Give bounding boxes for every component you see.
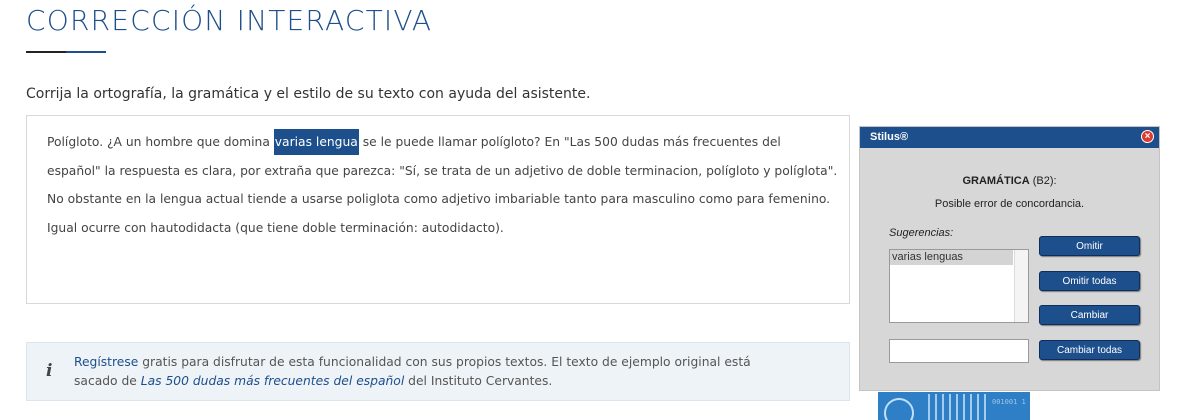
error-message: Posible error de concordancia. — [934, 198, 1085, 210]
omit-all-button[interactable]: Omitir todas — [1039, 271, 1140, 291]
change-button[interactable]: Cambiar — [1039, 305, 1140, 325]
info-text: Regístrese gratis para disfrutar de esta… — [74, 353, 814, 391]
omit-button[interactable]: Omitir — [1039, 236, 1140, 256]
info-box: i Regístrese gratis para disfrutar de es… — [26, 342, 850, 401]
info-text-part: gratis para disfrutar de esta funcionali… — [138, 355, 751, 369]
editor-text: Polígloto. ¿A un hombre que domina — [47, 135, 274, 149]
intro-text: Corrija la ortografía, la gramática y el… — [26, 86, 591, 102]
stilus-dialog: Stilus® × GRAMÁTICA (B2): Posible error … — [859, 126, 1160, 391]
editor-line-3: No obstante en la lengua actual tiende a… — [47, 192, 831, 207]
register-link[interactable]: Regístrese — [74, 355, 138, 369]
dialog-titlebar[interactable]: Stilus® × — [860, 127, 1159, 148]
editor-text: se le puede llamar polígloto? En "Las 50… — [358, 135, 781, 149]
info-icon: i — [46, 361, 53, 381]
editor-line-1: Polígloto. ¿A un hombre que domina varia… — [47, 128, 829, 157]
logo-image: 001001 1 — [878, 392, 1030, 420]
dialog-title: Stilus® — [870, 131, 909, 143]
page-title: CORRECCIÓN INTERACTIVA — [26, 4, 433, 37]
category-level: (B2): — [1029, 175, 1057, 187]
editor-line-4: Igual ocurre con hautodidacta (que tiene… — [47, 220, 504, 235]
category-label: GRAMÁTICA — [962, 175, 1030, 187]
logo-arc — [884, 398, 914, 420]
suggestions-label: Sugerencias: — [889, 227, 954, 239]
close-icon[interactable]: × — [1141, 130, 1154, 143]
change-input[interactable] — [889, 339, 1029, 363]
title-underline — [26, 51, 106, 53]
editor-line-2: español" la respuesta es clara, por extr… — [47, 163, 838, 178]
suggestions-list[interactable]: varias lenguas — [889, 249, 1029, 323]
error-category: GRAMÁTICA (B2): — [860, 175, 1159, 187]
highlighted-error[interactable]: varias lengua — [273, 129, 359, 155]
change-all-button[interactable]: Cambiar todas — [1039, 340, 1140, 360]
info-text-part: sacado de — [74, 374, 141, 388]
suggestion-item[interactable]: varias lenguas — [890, 250, 1013, 265]
logo-text: 001001 1 — [992, 398, 1026, 406]
book-link[interactable]: Las 500 dudas más frecuentes del español — [141, 374, 404, 388]
info-text-part: del Instituto Cervantes. — [404, 374, 553, 388]
suggestions-scrollbar[interactable] — [1014, 250, 1028, 322]
text-editor[interactable]: Polígloto. ¿A un hombre que domina varia… — [26, 115, 850, 304]
logo-bars — [928, 394, 988, 420]
